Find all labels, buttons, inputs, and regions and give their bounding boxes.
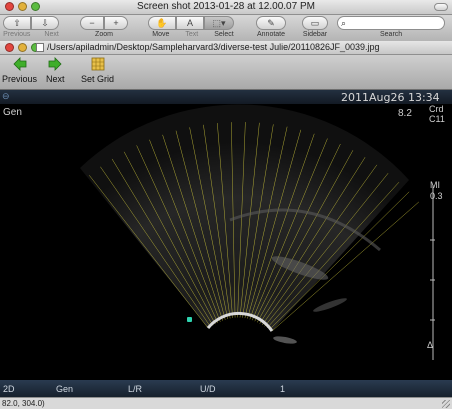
tissue-echo [273,336,297,344]
bottom-gen: Gen [56,384,74,394]
annotate-label: Annotate [256,31,286,38]
set-grid-label: Set Grid [81,74,115,84]
search-input[interactable]: ⌕ Q [337,16,445,30]
text-tool-button[interactable]: A [176,16,204,30]
arrow-left-icon [12,57,26,71]
text-label: Text [185,31,199,38]
annotate-button[interactable]: ✎ [256,16,286,30]
sidebar-icon: ▭ [310,17,320,28]
file-path: /Users/apiladmin/Desktop/Sampleharvard3/… [47,42,380,52]
back-window-titlebar: Screen shot 2013-01-28 at 12.00.07 PM [0,0,452,15]
document-icon [36,43,44,52]
zoom-in-button[interactable]: + [104,16,128,30]
previous-page-button[interactable]: ⇧ [3,16,31,30]
next-page-button[interactable]: ⇩ [31,16,59,30]
set-grid-button[interactable]: Set Grid [81,57,114,84]
image-window: /Users/apiladmin/Desktop/Sampleharvard3/… [0,41,452,409]
zoom-label: Zoom [95,31,113,38]
minimize-button[interactable] [18,43,27,52]
zoom-out-button[interactable]: − [80,16,104,30]
prev-next-group: ⇧ ⇩ Previous Next [3,16,59,39]
select-tool-button[interactable]: ⬚▾ [204,16,234,30]
hand-icon: ✋ [156,17,168,28]
bottom-ud: U/D [200,384,216,394]
cursor-coordinates: 82.0, 304.0) [2,399,45,408]
bottom-number: 1 [280,384,286,394]
tissue-echo [313,298,347,312]
next-button[interactable]: Next [46,57,65,84]
bottom-mode: 2D [3,384,15,394]
back-window-title: Screen shot 2013-01-28 at 12.00.07 PM [137,1,315,12]
focus-marker [187,317,192,322]
bottom-lr: L/R [128,384,143,394]
search-icon: ⌕ [341,18,347,28]
back-window-toolbar: ⇧ ⇩ Previous Next − + Zoom ✋ A ⬚▾ Move T… [0,15,452,41]
search-label: Search [380,31,403,38]
ultrasound-fan [80,104,435,360]
depth-scale [430,185,435,360]
status-bar: 82.0, 304.0) [0,397,452,409]
grid-icon [91,57,104,71]
move-label: Move [152,31,170,38]
sidebar-button[interactable]: ▭ [302,16,328,30]
previous-button[interactable]: Previous [2,57,37,84]
toolbar-toggle-button[interactable] [434,3,448,11]
select-label: Select [214,31,234,38]
next-label: Next [44,31,59,38]
arrow-down-icon: ⇩ [41,17,49,28]
zoom-group: − + Zoom [80,16,128,39]
ultrasound-image[interactable]: ⊖ 2011Aug26 13:34 Gen 8.2 Crd C11 MI 0.3… [0,90,452,397]
image-window-titlebar: /Users/apiladmin/Desktop/Sampleharvard3/… [0,41,452,55]
tool-mode-group: ✋ A ⬚▾ Move Text Select [148,16,234,39]
sidebar-label: Sidebar [302,31,328,38]
next-label: Next [46,74,65,84]
sidebar-group: ▭ Sidebar [302,16,328,39]
resize-grip[interactable] [442,400,450,408]
selection-rect-icon: ⬚▾ [212,17,226,28]
annotate-group: ✎ Annotate [256,16,286,39]
text-cursor-icon: A [186,18,193,28]
pencil-icon: ✎ [267,17,275,28]
previous-label: Previous [3,31,31,38]
arrow-up-icon: ⇧ [13,17,21,28]
minus-icon: − [89,18,95,28]
arrow-right-icon [48,57,62,71]
close-button[interactable] [5,43,14,52]
plus-icon: + [113,18,119,28]
ultrasound-footer: 2D Gen L/R U/D 1 [0,380,452,397]
move-tool-button[interactable]: ✋ [148,16,176,30]
image-window-toolbar: Previous Next Set Grid [0,55,452,90]
image-window-controls [5,43,40,52]
previous-label: Previous [2,74,38,84]
